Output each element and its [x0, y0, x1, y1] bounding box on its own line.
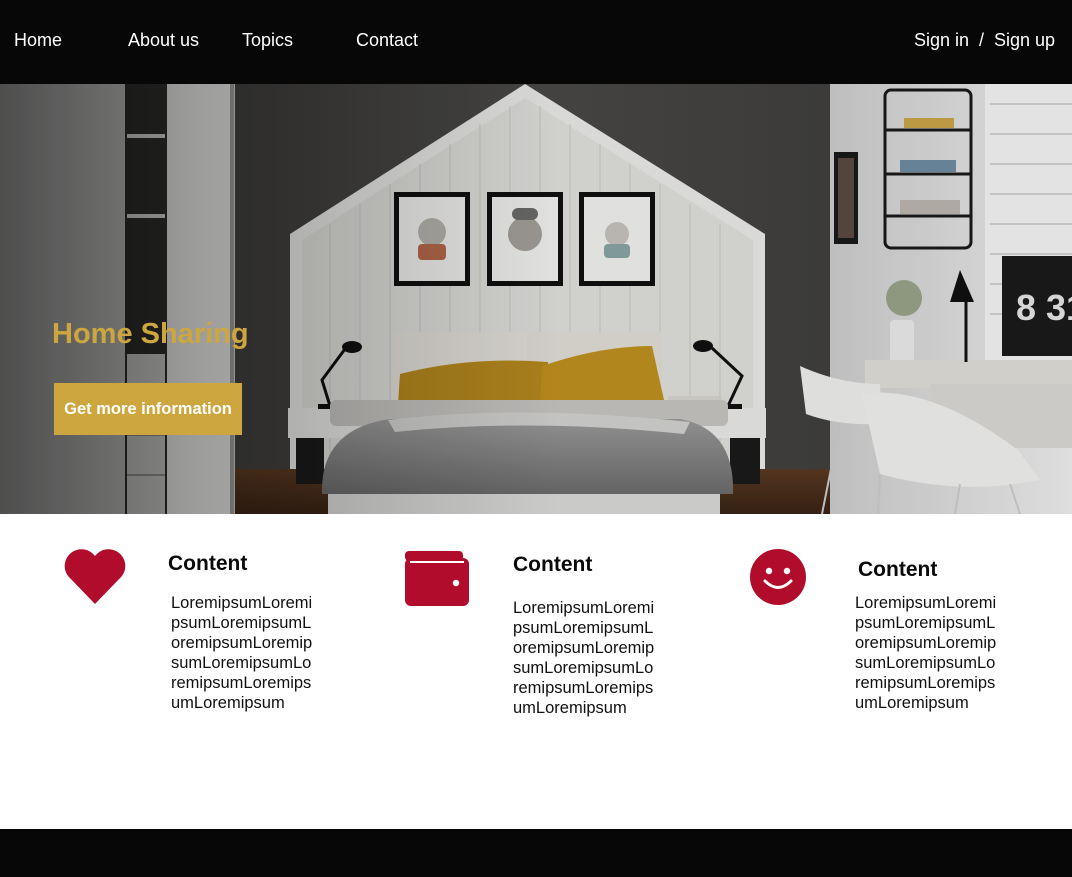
top-navigation: Home About us Topics Contact Sign in / S…	[0, 0, 1072, 84]
footer-bar	[0, 829, 1072, 877]
sign-in-link[interactable]: Sign in	[914, 29, 969, 51]
feature-description: LoremipsumLoremipsumLoremipsumLoremipsum…	[171, 594, 313, 712]
feature-title: Content	[513, 553, 593, 576]
smiley-icon	[749, 548, 807, 611]
hero-banner: 8 31 Home Sharing Get more information	[0, 84, 1072, 514]
nav-contact-link[interactable]: Contact	[356, 29, 418, 51]
get-more-information-button[interactable]: Get more information	[54, 383, 242, 435]
feature-description: LoremipsumLoremipsumLoremipsumLoremipsum…	[513, 599, 655, 717]
bedroom-photo: 8 31	[0, 84, 1072, 514]
sign-up-link[interactable]: Sign up	[994, 29, 1055, 51]
nav-home-link[interactable]: Home	[14, 29, 62, 51]
hero-title: Home Sharing	[52, 318, 249, 350]
feature-description: LoremipsumLoremipsumLoremipsumLoremipsum…	[855, 594, 997, 712]
wallet-icon	[404, 550, 470, 613]
nav-about-link[interactable]: About us	[128, 29, 199, 51]
feature-title: Content	[858, 558, 938, 581]
features-section: Content LoremipsumLoremipsumLoremipsumLo…	[0, 514, 1072, 829]
heart-icon	[62, 548, 128, 611]
auth-separator: /	[979, 30, 985, 50]
nav-topics-link[interactable]: Topics	[242, 29, 293, 51]
feature-title: Content	[168, 552, 248, 575]
